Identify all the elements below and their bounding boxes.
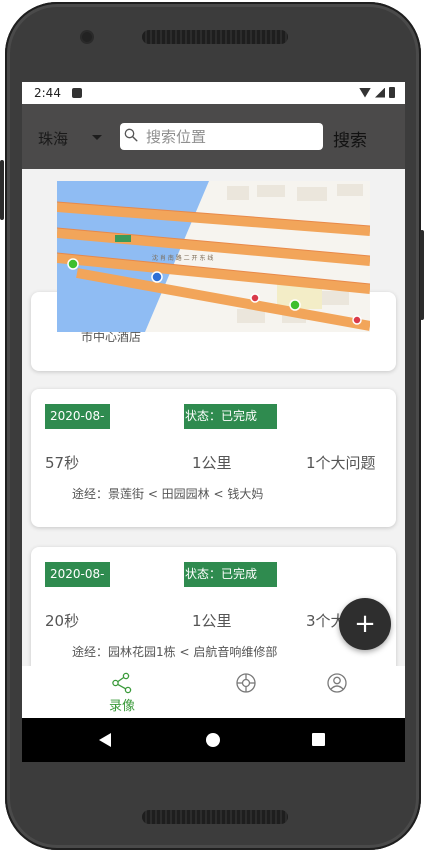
distance-value: 1公里 [192, 612, 232, 630]
app-bar: 珠海 搜索 [22, 104, 405, 169]
search-box[interactable] [120, 123, 323, 150]
issues-value: 1个大问题 [306, 454, 376, 472]
profile-icon [327, 673, 347, 693]
wifi-icon [359, 87, 371, 98]
add-record-button[interactable]: + [339, 598, 391, 650]
battery-icon [389, 87, 395, 98]
record-card[interactable]: 2020-08-17 状态：已完成 57秒 1公里 1个大问题 途经：景莲街 <… [31, 389, 396, 527]
city-selector[interactable]: 珠海 [38, 128, 68, 149]
signal-icon [375, 87, 385, 98]
share-nodes-icon [112, 672, 132, 694]
nav-label: 录像 [108, 699, 135, 714]
bottom-speaker [142, 810, 288, 824]
nav-item-explore[interactable] [206, 666, 286, 718]
volume-button [0, 160, 4, 220]
duration-value: 57秒 [45, 454, 80, 472]
status-time: 2:44 [34, 86, 61, 100]
front-camera [82, 32, 92, 42]
earpiece-speaker [142, 30, 288, 44]
search-button[interactable]: 搜索 [333, 126, 367, 151]
nav-item-profile[interactable] [297, 666, 377, 718]
bottom-navigation: 录像 [22, 666, 405, 718]
notification-icon [72, 88, 82, 98]
back-icon[interactable] [99, 733, 111, 747]
map-view[interactable]: 沈 肖 南 路 二 开 东 线 [57, 181, 370, 332]
status-badge: 状态：已完成 [184, 404, 277, 429]
recent-apps-icon[interactable] [312, 733, 325, 746]
duration-value: 20秒 [45, 612, 80, 630]
status-icons [359, 87, 395, 98]
date-badge: 2020-08-17 [45, 404, 110, 448]
aperture-icon [236, 673, 256, 693]
search-icon [124, 128, 138, 142]
home-icon[interactable] [206, 733, 220, 747]
route-text: 途经：景莲街 < 田园园林 < 钱大妈 [72, 487, 264, 501]
system-navigation-bar [22, 718, 405, 762]
nav-item-record[interactable]: 录像 [82, 666, 162, 718]
search-input[interactable] [146, 126, 316, 147]
route-text: 途经：园林花园1栋 < 启航音响维修部 [72, 645, 278, 659]
chevron-down-icon[interactable] [92, 135, 102, 140]
date-badge: 2020-08-17 [45, 562, 110, 606]
distance-value: 1公里 [192, 454, 232, 472]
status-bar: 2:44 [22, 82, 405, 104]
status-badge: 状态：已完成 [184, 562, 277, 587]
power-button [420, 230, 424, 320]
app-screen: 2:44 珠海 搜索 市中心酒店 2020-08-17 状态：已完成 57秒 1… [22, 82, 405, 762]
svg-text:沈 肖 南 路 二 开 东 线: 沈 肖 南 路 二 开 东 线 [152, 254, 213, 262]
